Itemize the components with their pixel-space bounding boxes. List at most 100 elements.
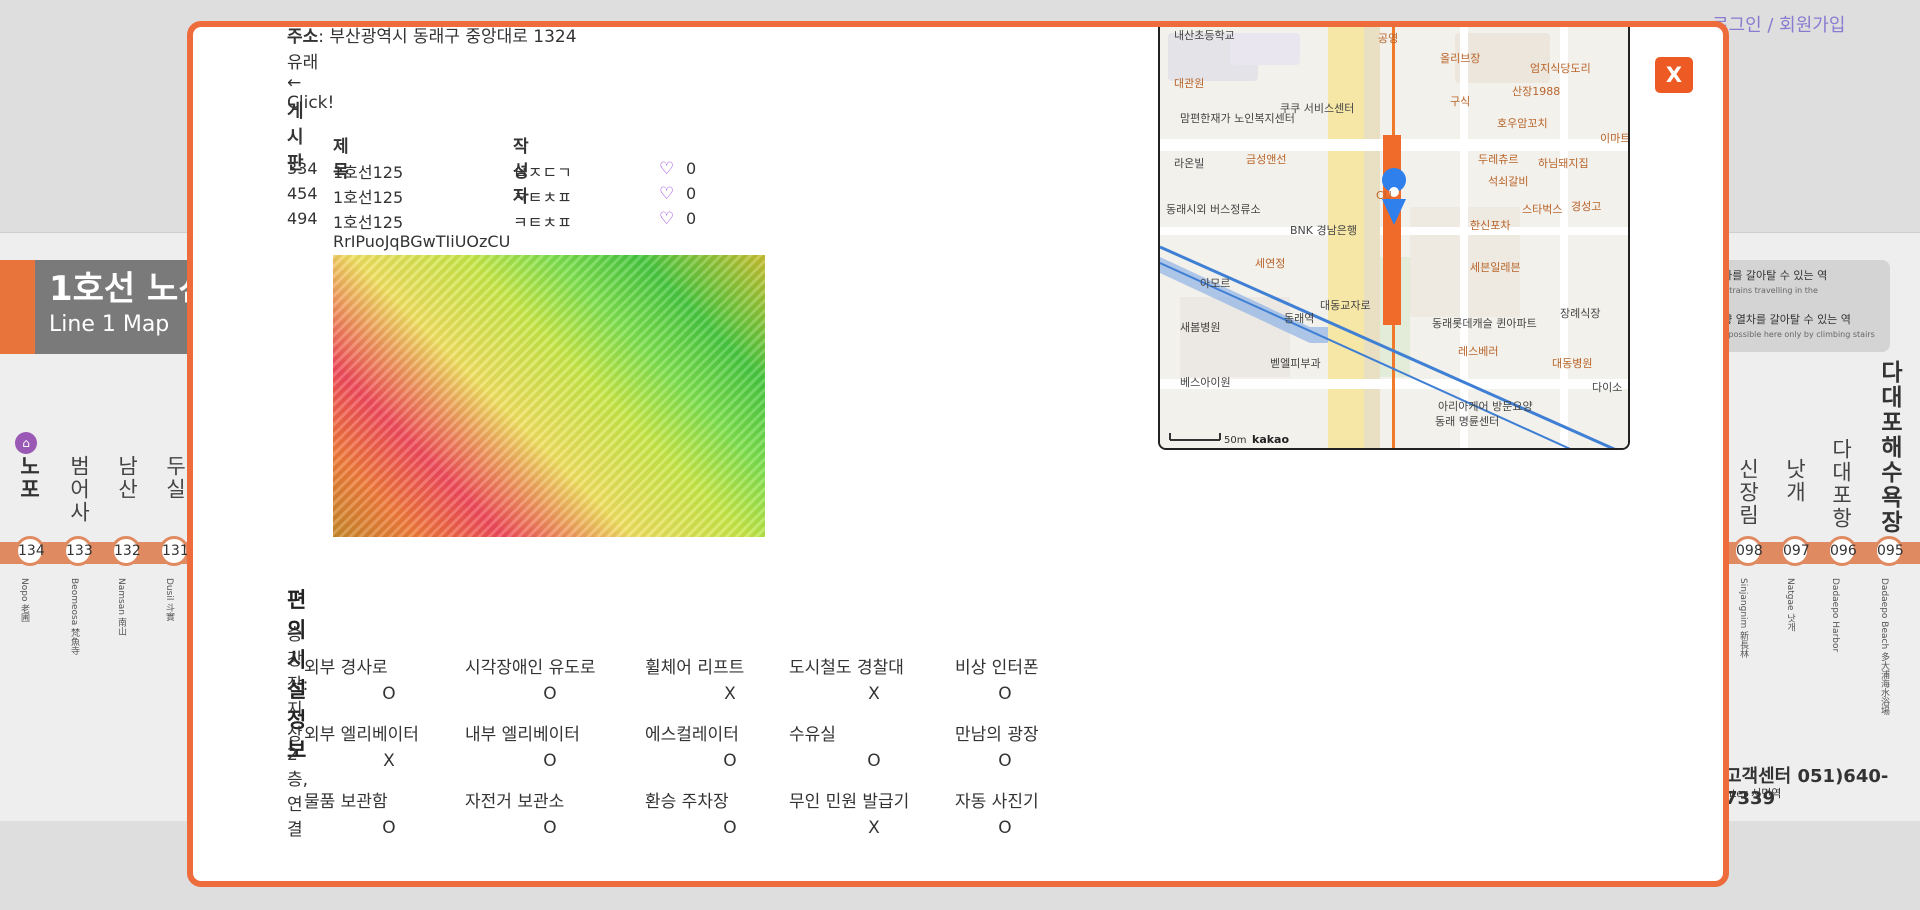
station-name[interactable]: 다대포해수욕장 (1872, 360, 1906, 535)
map-place-label[interactable]: 산장1988 (1512, 85, 1560, 98)
map-place-label[interactable]: 라온빌 (1174, 157, 1204, 170)
address-label: 주소 (287, 27, 319, 47)
facility-value: O (543, 751, 557, 771)
board-row[interactable]: 334 1호선125 ㅂㅈㄷㄱ ♡ 0 (287, 159, 787, 184)
station-name[interactable]: 신장림 (1733, 458, 1763, 527)
facility-label: 자동 사진기 (955, 792, 1039, 812)
map-place-label[interactable]: 아모르 (1200, 277, 1230, 290)
heart-icon[interactable]: ♡ (659, 159, 674, 179)
station-roman: Namsan 南山 (116, 578, 126, 636)
facility-item: 도시철도 경찰대 X (789, 653, 959, 704)
map-place-label[interactable]: 호우암꼬치 (1497, 117, 1548, 130)
facility-label: 물품 보관함 (304, 792, 388, 812)
facility-value: O (543, 684, 557, 704)
map-place-label[interactable]: 동래시외 버스정류소 (1166, 203, 1261, 216)
map-place-label[interactable]: 대동병원 (1552, 357, 1592, 370)
facility-label: 비상 인터폰 (955, 658, 1039, 678)
station-badge[interactable]: 133 (63, 536, 93, 566)
post-id: 454 (287, 184, 318, 203)
facility-value: X (383, 751, 395, 771)
like-count: 0 (686, 159, 697, 178)
post-image[interactable] (333, 255, 765, 537)
station-name[interactable]: 범어사 (64, 455, 94, 524)
facility-item: 내부 엘리베이터 O (465, 720, 635, 771)
post-author: ㅂㅈㄷㄱ (513, 163, 572, 182)
map-place-label[interactable]: 다이소 (1592, 381, 1622, 394)
close-button[interactable]: X (1655, 57, 1693, 93)
station-badge[interactable]: 134 (15, 536, 45, 566)
board-row[interactable]: 494 1호선125 ㅋㅌㅊㅍ ♡ 0 (287, 209, 787, 234)
like-count: 0 (686, 184, 697, 203)
station-badge[interactable]: 096 (1827, 536, 1857, 566)
legend-line-2-sub: n is possible here only by climbing stai… (1712, 330, 1875, 339)
map-place-label[interactable]: 장례식장 (1560, 307, 1600, 320)
facility-item: 만남의 광장 O (955, 720, 1055, 771)
board-row[interactable]: 454 1호선125 ㅋㅌㅊㅍ ♡ 0 (287, 184, 787, 209)
map-place-label[interactable]: 두레츄르 (1478, 153, 1518, 166)
station-name[interactable]: 남산 (112, 455, 142, 501)
map-place-label[interactable]: 이마트24 (1600, 132, 1630, 145)
post-author: ㅋㅌㅊㅍ (513, 213, 572, 232)
terminal-icon: ⌂ (15, 432, 37, 454)
post-title[interactable]: 1호선125 (333, 184, 403, 208)
facility-label: 도시철도 경찰대 (789, 658, 904, 678)
map-place-label[interactable]: 세븐일레븐 (1470, 260, 1521, 274)
facility-item: 시각장애인 유도로 O (465, 653, 635, 704)
map-brand-logo: kakao (1252, 433, 1289, 446)
login-signup-link[interactable]: 로그인 / 회원가입 (1712, 11, 1845, 37)
map-place-label[interactable]: 동래 명륜센터 (1435, 415, 1499, 428)
map-place-label[interactable]: BNK 경남은행 (1290, 224, 1357, 237)
facility-item: 수유실 O (789, 720, 959, 771)
map-place-label[interactable]: 석쇠갈비 (1488, 174, 1528, 188)
facility-label: 내부 엘리베이터 (465, 725, 580, 745)
facility-item: 자동 사진기 O (955, 787, 1055, 838)
facility-value: O (543, 818, 557, 838)
facility-item: 무인 민원 발급기 X (789, 787, 959, 838)
map-place-label[interactable]: 베스아이원 (1180, 376, 1231, 389)
station-name[interactable]: 낫개 (1780, 458, 1810, 504)
station-badge[interactable]: 098 (1733, 536, 1763, 566)
map-place-label[interactable]: 경성고 (1571, 200, 1601, 213)
image-caption: RrIPuoJqBGwTIiUOzCU (333, 232, 511, 251)
legend-line-1-sub: s to trains travelling in the (1712, 286, 1818, 295)
map-place-label[interactable]: 맘편한재가 노인복지센터 (1180, 112, 1295, 125)
map-place-label[interactable]: 동래역 (1284, 312, 1314, 325)
station-badge[interactable]: 131 (159, 536, 189, 566)
legend-line-1: 열차를 갈아탈 수 있는 역 (1712, 269, 1828, 282)
map-place-label[interactable]: 벧엘피부과 (1270, 357, 1321, 370)
map-place-label[interactable]: CU (1376, 189, 1392, 202)
facility-item: 물품 보관함 O (304, 787, 474, 838)
map-place-label[interactable]: 레스베러 (1458, 345, 1498, 358)
facility-item: 외부 엘리베이터 X (304, 720, 474, 771)
map-place-label[interactable]: 올리브장 (1440, 52, 1480, 65)
post-title[interactable]: 1호선125 (333, 209, 403, 233)
station-name[interactable]: 노포 (14, 455, 44, 501)
heart-icon[interactable]: ♡ (659, 184, 674, 204)
map-place-label[interactable]: 아리아케어 방문요양 (1438, 400, 1533, 413)
map-place-label[interactable]: 구식 (1450, 95, 1470, 108)
station-badge[interactable]: 097 (1780, 536, 1810, 566)
map-place-label[interactable]: 내산초등학교 (1174, 29, 1235, 42)
map-place-label[interactable]: 금성앤선 (1246, 153, 1286, 166)
map-place-label[interactable]: 세연정 (1255, 257, 1285, 270)
station-badge[interactable]: 132 (111, 536, 141, 566)
map-place-label[interactable]: 대동교자로 (1320, 299, 1371, 312)
map-place-label[interactable]: 새봄병원 (1180, 321, 1220, 334)
map-place-label[interactable]: 엄지식당도리 (1530, 62, 1591, 75)
station-badge[interactable]: 095 (1874, 536, 1904, 566)
map-place-label[interactable]: 하님돼지집 (1538, 156, 1589, 170)
line-color-tab (0, 260, 35, 354)
station-map[interactable]: 내산초등학교 공영 올리브장 엄지식당도리 대관원 쿠쿠 서비스센터 산장1988 구식 맘편한… (1158, 27, 1630, 450)
station-name[interactable]: 두실 (160, 455, 190, 501)
facility-value: O (998, 751, 1012, 771)
facility-label: 외부 엘리베이터 (304, 725, 419, 745)
map-place-label[interactable]: 한신포차 (1470, 219, 1510, 232)
map-place-label[interactable]: 스타벅스 (1522, 203, 1562, 216)
station-name[interactable]: 다대포항 (1826, 438, 1856, 530)
map-place-label[interactable]: 동래롯데캐슬 퀸아파트 (1432, 317, 1537, 330)
map-place-label[interactable]: 공영 (1378, 32, 1398, 45)
map-canvas[interactable]: 내산초등학교 공영올리브장엄지식당도리대관원쿠쿠 서비스센터산장1988구식맘편한… (1160, 27, 1630, 450)
map-place-label[interactable]: 대관원 (1174, 77, 1204, 90)
heart-icon[interactable]: ♡ (659, 209, 674, 229)
post-title[interactable]: 1호선125 (333, 159, 403, 183)
